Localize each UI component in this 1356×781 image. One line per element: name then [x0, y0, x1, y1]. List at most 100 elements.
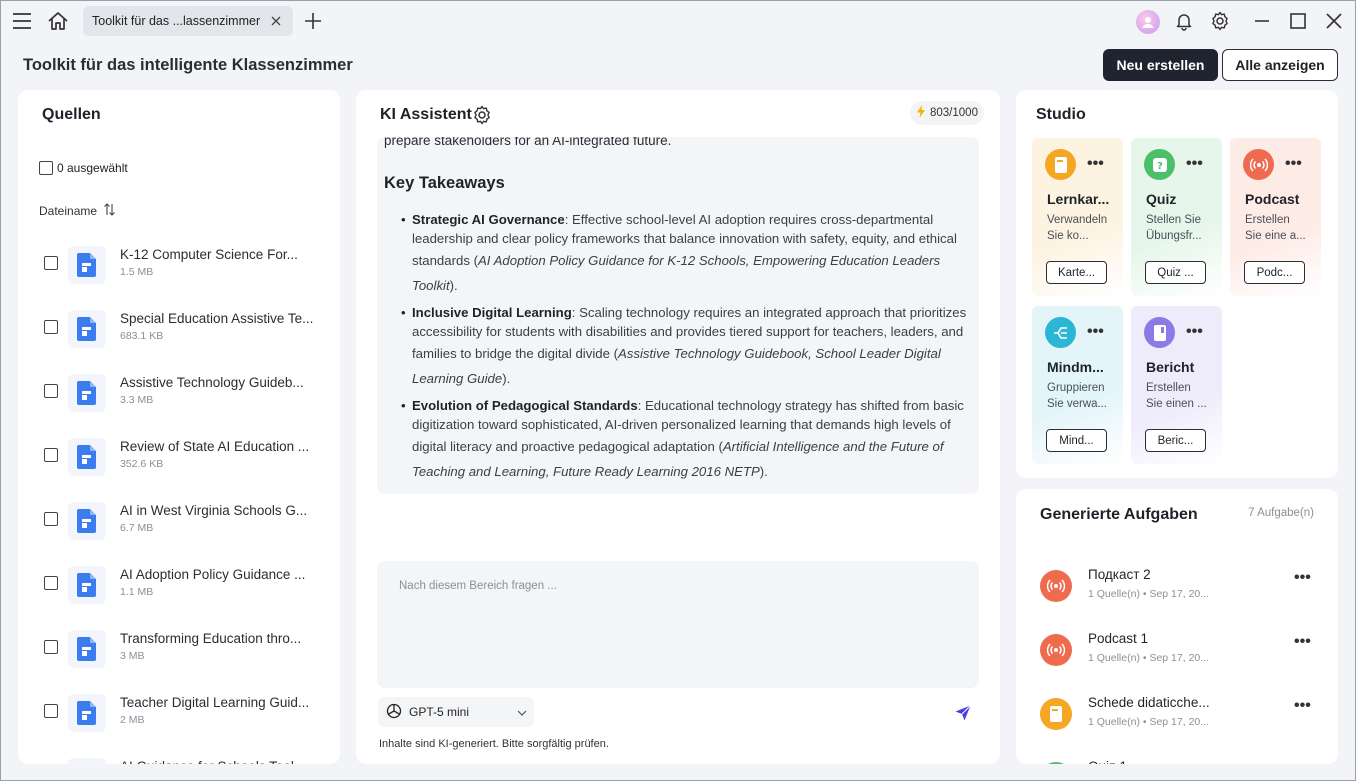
show-all-button[interactable]: Alle anzeigen — [1222, 49, 1338, 81]
file-row[interactable]: K-12 Computer Science For... 1.5 MB — [18, 234, 340, 298]
tool-create-button[interactable]: Mind... — [1046, 429, 1107, 452]
file-checkbox[interactable] — [44, 640, 58, 654]
document-icon — [68, 758, 106, 764]
studio-tool-card[interactable]: ••• Podcast Erstellen Sie eine a... Podc... — [1230, 138, 1321, 296]
file-checkbox[interactable] — [44, 704, 58, 718]
file-size: 3 MB — [120, 650, 145, 662]
file-checkbox[interactable] — [44, 576, 58, 590]
file-name: Assistive Technology Guideb... — [120, 375, 304, 390]
file-checkbox[interactable] — [44, 384, 58, 398]
file-row[interactable]: Assistive Technology Guideb... 3.3 MB — [18, 362, 340, 426]
more-options-icon[interactable]: ••• — [1294, 697, 1311, 715]
sort-icon[interactable] — [103, 203, 116, 219]
task-count: 7 Aufgabe(n) — [1248, 507, 1314, 519]
studio-tool-card[interactable]: ••• Lernkar... Verwandeln Sie ko... Karte..… — [1032, 138, 1123, 296]
chevron-down-icon — [517, 705, 527, 719]
podcast-icon — [1243, 149, 1274, 180]
takeaway-end: ). — [502, 371, 511, 386]
podcast-icon — [1040, 570, 1072, 602]
takeaway-title: Strategic AI Governance — [412, 212, 565, 227]
tool-create-button[interactable]: Beric... — [1145, 429, 1206, 452]
tool-name: Podcast — [1245, 191, 1300, 207]
task-name: Podcast 1 — [1088, 631, 1149, 646]
tool-description: Erstellen Sie eine a... — [1245, 214, 1306, 242]
task-row[interactable]: Podcast 1 1 Quelle(n) • Sep 17, 20... ••• — [1016, 623, 1338, 687]
file-row[interactable]: Special Education Assistive Te... 683.1 K… — [18, 298, 340, 362]
avatar[interactable] — [1136, 10, 1160, 34]
quiz-icon: ? — [1144, 149, 1175, 180]
file-name: Teacher Digital Learning Guid... — [120, 695, 310, 710]
tool-description: Stellen Sie Übungsfr... — [1146, 214, 1202, 242]
column-header-filename[interactable]: Dateiname — [39, 203, 116, 219]
file-row[interactable]: Review of State AI Education ... 352.6 KB — [18, 426, 340, 490]
model-selector[interactable]: GPT-5 mini — [378, 697, 534, 727]
window-close-icon[interactable] — [1322, 9, 1346, 33]
message-text: prepare stakeholders for an AI-integrate… — [384, 137, 672, 148]
tool-create-button[interactable]: Karte... — [1046, 261, 1107, 284]
tasks-title: Generierte Aufgaben — [1040, 506, 1198, 523]
svg-text:?: ? — [1157, 161, 1163, 172]
file-checkbox[interactable] — [44, 512, 58, 526]
studio-tool-card[interactable]: ••• Mindm... Gruppieren Sie verwa... Mind..… — [1032, 306, 1123, 464]
minimize-icon[interactable] — [1250, 9, 1274, 33]
openai-icon — [385, 702, 403, 723]
home-icon[interactable] — [46, 9, 70, 33]
file-name: AI in West Virginia Schools G... — [120, 503, 308, 518]
more-options-icon[interactable]: ••• — [1285, 155, 1302, 173]
task-name: Подкаст 2 — [1088, 567, 1151, 582]
podcast-icon — [1040, 634, 1072, 666]
tool-create-button[interactable]: Quiz ... — [1145, 261, 1206, 284]
task-row[interactable]: Schede didaticche... 1 Quelle(n) • Sep 17… — [1016, 687, 1338, 751]
file-checkbox[interactable] — [44, 256, 58, 270]
task-row[interactable]: Подкаст 2 1 Quelle(n) • Sep 17, 20... ••• — [1016, 559, 1338, 623]
more-options-icon[interactable]: ••• — [1294, 633, 1311, 651]
takeaway-title: Evolution of Pedagogical Standards — [412, 398, 638, 413]
more-options-icon[interactable]: ••• — [1186, 323, 1203, 341]
assistant-message: prepare stakeholders for an AI-integrate… — [377, 137, 979, 494]
tasks-panel: Generierte Aufgaben 7 Aufgabe(n) Подкаст… — [1016, 489, 1338, 764]
document-icon — [68, 374, 106, 412]
more-options-icon[interactable]: ••• — [1294, 569, 1311, 587]
takeaway-source: AI Adoption Policy Guidance for K-12 Sch… — [412, 253, 941, 293]
more-options-icon[interactable]: ••• — [1087, 323, 1104, 341]
studio-tool-card[interactable]: ? ••• Quiz Stellen Sie Übungsfr... Quiz ... — [1131, 138, 1222, 296]
model-name: GPT-5 mini — [409, 705, 470, 719]
gear-icon[interactable] — [1208, 9, 1232, 33]
file-row[interactable]: AI in West Virginia Schools G... 6.7 MB — [18, 490, 340, 554]
file-checkbox[interactable] — [44, 448, 58, 462]
tool-create-button[interactable]: Podc... — [1244, 261, 1305, 284]
tab-toolkit[interactable]: Toolkit für das ...lassenzimmer — [83, 6, 293, 36]
file-checkbox[interactable] — [44, 320, 58, 334]
close-icon[interactable] — [269, 14, 283, 28]
more-options-icon[interactable]: ••• — [1186, 155, 1203, 173]
settings-gear-icon[interactable] — [472, 105, 492, 128]
select-all[interactable]: 0 ausgewählt — [39, 161, 128, 175]
send-icon[interactable] — [950, 700, 976, 726]
takeaway-item: • Evolution of Pedagogical Standards: Ed… — [401, 398, 964, 479]
tool-name: Lernkar... — [1047, 191, 1110, 207]
task-row[interactable]: ? Quiz 1 ••• — [1016, 751, 1338, 764]
more-options-icon[interactable]: ••• — [1294, 761, 1311, 764]
question-input[interactable] — [377, 561, 979, 688]
column-label: Dateiname — [39, 204, 98, 218]
new-button[interactable]: Neu erstellen — [1103, 49, 1218, 81]
maximize-icon[interactable] — [1286, 9, 1310, 33]
menu-icon[interactable] — [10, 9, 34, 33]
message-heading: Key Takeaways — [384, 174, 505, 192]
task-meta: 1 Quelle(n) • Sep 17, 20... — [1088, 588, 1209, 600]
studio-tool-card[interactable]: ••• Bericht Erstellen Sie einen ... Beric..… — [1131, 306, 1222, 464]
file-row[interactable]: Teacher Digital Learning Guid... 2 MB — [18, 682, 340, 746]
file-row[interactable]: AI Guidance for Schools Tool... — [18, 746, 340, 764]
select-all-checkbox[interactable] — [39, 161, 53, 175]
file-size: 6.7 MB — [120, 522, 154, 534]
tool-name: Mindm... — [1047, 359, 1104, 375]
disclaimer-text: Inhalte sind KI-generiert. Bitte sorgfäl… — [379, 738, 609, 750]
more-options-icon[interactable]: ••• — [1087, 155, 1104, 173]
file-row[interactable]: AI Adoption Policy Guidance ... 1.1 MB — [18, 554, 340, 618]
file-row[interactable]: Transforming Education thro... 3 MB — [18, 618, 340, 682]
document-icon — [68, 630, 106, 668]
plus-icon[interactable] — [301, 9, 325, 33]
credits-badge: 803/1000 — [910, 101, 984, 125]
title-bar: Toolkit für das ...lassenzimmer — [0, 0, 1356, 42]
bell-icon[interactable] — [1172, 9, 1196, 33]
